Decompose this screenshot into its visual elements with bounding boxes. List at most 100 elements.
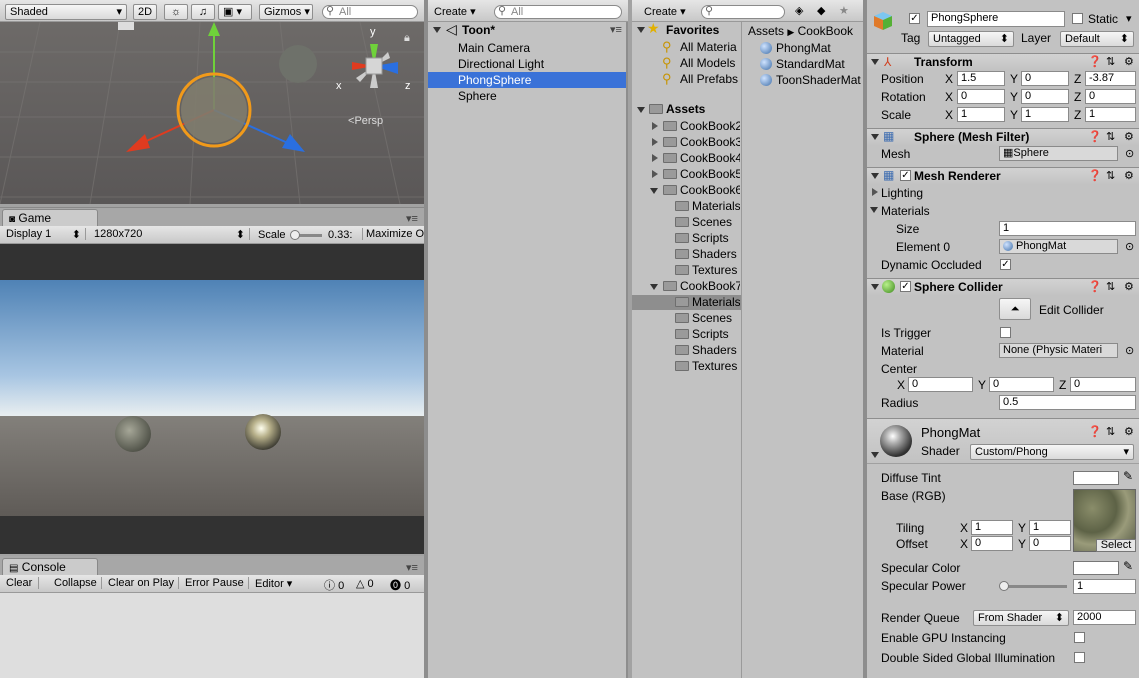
asset-item[interactable]: ToonShaderMat <box>776 73 862 87</box>
maximize-on-play-toggle[interactable]: Maximize O <box>362 228 424 240</box>
tiling-y-field[interactable]: 1 <box>1029 520 1071 535</box>
editor-dropdown[interactable]: Editor ▾ <box>255 577 292 590</box>
specular-power-field[interactable]: 1 <box>1073 579 1136 594</box>
favorite-item[interactable]: All Prefabs <box>680 72 740 86</box>
specular-power-slider[interactable] <box>1003 585 1067 588</box>
transform-x-field[interactable]: 0 <box>957 89 1005 104</box>
gameobject-active-checkbox[interactable]: ✓ <box>909 13 920 24</box>
transform-z-field[interactable]: 1 <box>1085 107 1136 122</box>
offset-x-field[interactable]: 0 <box>971 536 1013 551</box>
scene-search-input[interactable]: All <box>322 5 418 19</box>
clear-on-play-button[interactable]: Clear on Play <box>108 577 180 589</box>
eyedropper-icon[interactable]: ✎ <box>1123 469 1133 483</box>
preset-icon[interactable]: ⇅ <box>1106 169 1115 182</box>
folder-expand-arrow[interactable] <box>650 284 658 290</box>
shading-mode-dropdown[interactable]: Shaded ▾ <box>5 4 127 20</box>
center-z-field[interactable]: 0 <box>1070 377 1136 392</box>
persp-label[interactable]: <Persp <box>348 115 383 127</box>
preset-icon[interactable]: ⇅ <box>1106 55 1115 68</box>
mesh-field[interactable]: ▦Sphere <box>999 146 1118 161</box>
preset-icon[interactable]: ⇅ <box>1106 425 1115 438</box>
lighting-expand-arrow[interactable] <box>872 188 878 196</box>
info-count-toggle[interactable]: ⓘ 0 <box>324 577 344 593</box>
asset-item[interactable]: PhongMat <box>776 41 862 55</box>
hierarchy-search-input[interactable]: All <box>494 5 622 19</box>
chevron-down-icon[interactable]: ▾ <box>1126 12 1132 25</box>
collapse-button[interactable]: Collapse <box>54 577 102 589</box>
folder-item[interactable]: Shaders <box>692 247 740 261</box>
effects-dropdown[interactable]: ▣ ▾ <box>218 4 252 20</box>
clear-button[interactable]: Clear <box>6 577 40 589</box>
mesh-renderer-enabled-checkbox[interactable]: ✓ <box>900 170 911 181</box>
folder-item[interactable]: CookBook5 <box>680 167 740 181</box>
double-sided-gi-checkbox[interactable] <box>1074 652 1085 663</box>
diffuse-tint-color-swatch[interactable] <box>1073 471 1119 485</box>
project-search-input[interactable] <box>701 5 785 19</box>
gear-icon[interactable]: ⚙ <box>1124 55 1134 68</box>
lock-icon[interactable]: 🔒︎ <box>404 32 410 45</box>
offset-y-field[interactable]: 0 <box>1029 536 1071 551</box>
console-log-area[interactable] <box>0 593 424 678</box>
material-expand-arrow[interactable] <box>871 452 879 458</box>
scale-slider-thumb[interactable] <box>290 230 300 240</box>
filter-by-type-icon[interactable]: ◈ <box>795 4 803 17</box>
project-divider[interactable] <box>741 22 742 678</box>
transform-y-field[interactable]: 0 <box>1021 71 1069 86</box>
transform-x-field[interactable]: 1.5 <box>957 71 1005 86</box>
shader-dropdown[interactable]: Custom/Phong ▾ <box>970 444 1134 460</box>
help-icon[interactable]: ❓ <box>1088 130 1102 143</box>
transform-y-field[interactable]: 1 <box>1021 107 1069 122</box>
gear-icon[interactable]: ⚙ <box>1124 425 1134 438</box>
2d-toggle[interactable]: 2D <box>133 4 157 20</box>
layer-dropdown[interactable]: Default ⬍ <box>1060 31 1134 47</box>
folder-expand-arrow[interactable] <box>652 170 658 178</box>
tab-console[interactable]: ▤ Console <box>2 558 98 576</box>
folder-item[interactable]: Materials <box>692 295 740 309</box>
folder-item[interactable]: Scenes <box>692 311 740 325</box>
materials-expand-arrow[interactable] <box>870 207 878 213</box>
resolution-dropdown[interactable]: 1280x720 ⬍ <box>94 228 250 241</box>
transform-expand-arrow[interactable] <box>871 59 879 65</box>
eyedropper-icon[interactable]: ✎ <box>1123 559 1133 573</box>
folder-item[interactable]: Materials <box>692 199 740 213</box>
object-picker-icon[interactable]: ⊙ <box>1125 240 1134 253</box>
gizmos-dropdown[interactable]: Gizmos ▾ <box>259 4 313 20</box>
is-trigger-checkbox[interactable] <box>1000 327 1011 338</box>
materials-size-field[interactable]: 1 <box>999 221 1136 236</box>
folder-item[interactable]: Textures <box>692 263 740 277</box>
folder-expand-arrow[interactable] <box>652 154 658 162</box>
folder-expand-arrow[interactable] <box>650 188 658 194</box>
transform-y-field[interactable]: 0 <box>1021 89 1069 104</box>
center-x-field[interactable]: 0 <box>908 377 973 392</box>
warning-count-toggle[interactable]: △ 0 <box>356 577 374 590</box>
project-create-dropdown[interactable]: Create ▾ <box>644 5 686 18</box>
error-pause-button[interactable]: Error Pause <box>185 577 249 589</box>
folder-item[interactable]: CookBook2 <box>680 119 740 133</box>
help-icon[interactable]: ❓ <box>1088 425 1102 438</box>
asset-item[interactable]: StandardMat <box>776 57 862 71</box>
mesh-filter-expand-arrow[interactable] <box>871 134 879 140</box>
favorite-item[interactable]: All Models <box>680 56 740 70</box>
favorite-star-icon[interactable]: ★ <box>839 4 849 17</box>
render-queue-field[interactable]: 2000 <box>1073 610 1136 625</box>
help-icon[interactable]: ❓ <box>1088 280 1102 293</box>
scene-menu-icon[interactable]: ▾≡ <box>610 23 622 36</box>
preset-icon[interactable]: ⇅ <box>1106 280 1115 293</box>
render-queue-dropdown[interactable]: From Shader ⬍ <box>973 610 1069 626</box>
specular-color-swatch[interactable] <box>1073 561 1119 575</box>
gameobject-name-field[interactable]: PhongSphere <box>927 11 1065 27</box>
error-count-toggle[interactable]: ⓿ 0 <box>390 577 410 593</box>
game-viewport[interactable] <box>0 244 424 554</box>
gear-icon[interactable]: ⚙ <box>1124 169 1134 182</box>
transform-z-field[interactable]: 0 <box>1085 89 1136 104</box>
folder-item[interactable]: CookBook3 <box>680 135 740 149</box>
folder-item[interactable]: Textures <box>692 359 740 373</box>
folder-expand-arrow[interactable] <box>652 122 658 130</box>
folder-item[interactable]: CookBook7 <box>680 279 740 293</box>
tab-game[interactable]: ◙ Game <box>2 209 98 227</box>
breadcrumb[interactable]: Assets ▶ CookBook <box>748 24 853 38</box>
help-icon[interactable]: ❓ <box>1088 55 1102 68</box>
help-icon[interactable]: ❓ <box>1088 169 1102 182</box>
sphere-collider-enabled-checkbox[interactable]: ✓ <box>900 281 911 292</box>
favorites-expand-arrow[interactable] <box>637 27 645 33</box>
